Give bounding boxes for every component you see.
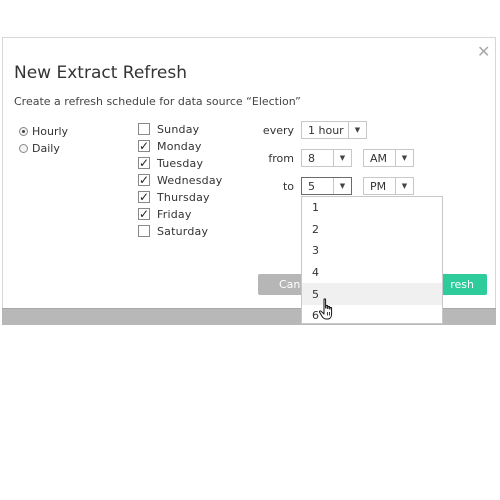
to-ampm-value: PM (370, 179, 387, 193)
from-hour-value: 8 (308, 151, 315, 165)
checkbox-checked[interactable]: ✓ (138, 174, 150, 186)
every-select-value: 1 hour (308, 123, 344, 137)
chevron-down-icon[interactable]: ▼ (395, 150, 413, 166)
day-label-sunday: Sunday (157, 122, 200, 136)
from-hour-select[interactable]: 8 ▼ (301, 149, 352, 167)
from-ampm-select[interactable]: AM ▼ (363, 149, 414, 167)
to-hour-value: 5 (308, 179, 315, 193)
dropdown-option[interactable]: 1 (302, 197, 442, 219)
day-wednesday[interactable]: ✓ Wednesday (138, 173, 223, 187)
dropdown-option[interactable]: 2 (302, 219, 442, 241)
radio-button-selected[interactable] (19, 126, 28, 136)
every-select[interactable]: 1 hour ▼ (301, 121, 367, 139)
dialog-title: New Extract Refresh (14, 63, 187, 83)
create-refresh-button[interactable]: resh (436, 274, 487, 295)
dropdown-option[interactable]: 4 (302, 262, 442, 284)
day-tuesday[interactable]: ✓ Tuesday (138, 156, 203, 170)
to-label: to (282, 180, 294, 193)
radio-label-hourly: Hourly (32, 124, 69, 138)
from-label: from (268, 152, 294, 165)
radio-label-daily: Daily (32, 141, 60, 155)
close-icon[interactable]: ✕ (477, 44, 490, 60)
day-label-wednesday: Wednesday (157, 173, 223, 187)
checkbox-checked[interactable]: ✓ (138, 191, 150, 203)
dropdown-option[interactable]: 3 (302, 240, 442, 262)
hand-pointer-icon (318, 298, 333, 320)
day-label-thursday: Thursday (157, 190, 210, 204)
day-label-saturday: Saturday (157, 224, 209, 238)
every-label: every (262, 124, 294, 137)
day-saturday[interactable]: Saturday (138, 224, 208, 238)
day-label-tuesday: Tuesday (157, 156, 204, 170)
chevron-down-icon[interactable]: ▼ (333, 150, 351, 166)
day-monday[interactable]: ✓ Monday (138, 139, 202, 153)
day-label-monday: Monday (157, 139, 202, 153)
checkbox[interactable] (138, 225, 150, 237)
chevron-down-icon[interactable]: ▼ (348, 122, 366, 138)
checkbox[interactable] (138, 123, 150, 135)
day-sunday[interactable]: Sunday (138, 122, 199, 136)
dialog-subtitle: Create a refresh schedule for data sourc… (14, 95, 301, 108)
radio-hourly[interactable]: Hourly (19, 124, 68, 138)
checkbox-checked[interactable]: ✓ (138, 140, 150, 152)
checkbox-checked[interactable]: ✓ (138, 208, 150, 220)
checkbox-checked[interactable]: ✓ (138, 157, 150, 169)
to-hour-select[interactable]: 5 ▼ (301, 177, 352, 195)
radio-daily[interactable]: Daily (19, 141, 60, 155)
day-thursday[interactable]: ✓ Thursday (138, 190, 210, 204)
chevron-down-icon[interactable]: ▼ (395, 178, 413, 194)
day-label-friday: Friday (157, 207, 192, 221)
chevron-down-icon[interactable]: ▼ (333, 178, 351, 194)
cancel-button[interactable]: Can (258, 274, 306, 295)
to-ampm-select[interactable]: PM ▼ (363, 177, 414, 195)
from-ampm-value: AM (370, 151, 388, 165)
day-friday[interactable]: ✓ Friday (138, 207, 192, 221)
radio-button[interactable] (19, 143, 28, 153)
